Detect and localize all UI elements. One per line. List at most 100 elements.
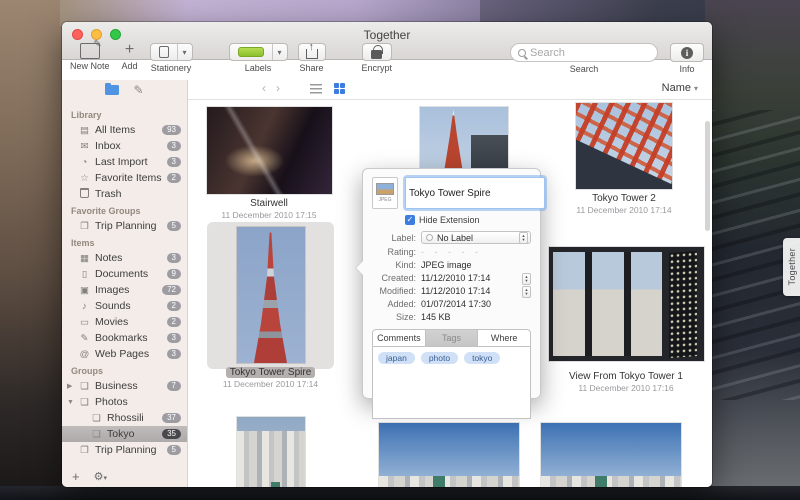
photo-thumbnail[interactable]: [541, 423, 681, 487]
tab-comments[interactable]: Comments: [373, 330, 426, 346]
grid-item-cityscape-2[interactable]: [379, 423, 519, 487]
grid-item-cityscape-1[interactable]: [237, 417, 305, 487]
new-note-icon: [80, 43, 100, 59]
edit-pencil-icon[interactable]: ✎: [133, 83, 143, 97]
back-button[interactable]: ‹: [262, 81, 266, 95]
image-icon: ▣: [78, 285, 91, 296]
count-badge: 3: [167, 349, 181, 359]
sidebar-item-tokyo[interactable]: ❏ Tokyo 35: [62, 426, 187, 442]
encrypt-button[interactable]: Encrypt: [362, 43, 393, 73]
at-sign-icon: @: [78, 349, 91, 360]
sidebar-item-photos[interactable]: ▼ ❏ Photos: [62, 394, 187, 410]
add-group-button[interactable]: +: [72, 469, 80, 484]
photo-thumbnail[interactable]: [237, 227, 305, 363]
grid-item-tokyo-tower-2[interactable]: Tokyo Tower 2 11 December 2010 17:14: [574, 103, 674, 215]
info-icon: i: [681, 47, 693, 59]
label-dropdown[interactable]: No Label ▲▼: [421, 231, 531, 244]
tab-tags[interactable]: Tags: [426, 330, 479, 346]
size-value: 145 KB: [421, 312, 531, 322]
scrollbar-thumb[interactable]: [705, 121, 710, 231]
chevron-down-icon[interactable]: ▾: [272, 44, 287, 60]
count-badge: 3: [167, 253, 181, 263]
photo-thumbnail[interactable]: [207, 107, 332, 194]
search-input[interactable]: [530, 47, 672, 59]
stepper-icon[interactable]: ▲▼: [522, 273, 531, 285]
sort-dropdown[interactable]: Name▾: [662, 82, 698, 94]
jpeg-file-icon: JPEG: [372, 177, 398, 209]
disclosure-collapsed-icon[interactable]: ▶: [67, 382, 72, 390]
search-control: Search: [510, 43, 658, 74]
disclosure-expanded-icon[interactable]: ▼: [67, 399, 74, 406]
add-button[interactable]: + Add: [120, 43, 140, 71]
rating-control[interactable]: ‐ ‐ ‐ ‐ ‐: [421, 247, 482, 257]
sidebar-item-documents[interactable]: ▯ Documents 9: [62, 266, 187, 282]
count-badge: 35: [162, 429, 181, 439]
film-icon: ▭: [78, 317, 91, 328]
photo-thumbnail[interactable]: [549, 247, 704, 361]
count-badge: 3: [167, 333, 181, 343]
popover-tab-bar: Comments Tags Where: [372, 329, 531, 347]
tag-pill[interactable]: photo: [421, 352, 458, 364]
stepper-icon[interactable]: ▲▼: [522, 286, 531, 298]
sidebar-item-last-import[interactable]: ◔ Last Import 3: [62, 154, 187, 170]
share-button[interactable]: Share: [298, 43, 326, 73]
sidebar-item-movies[interactable]: ▭ Movies 2: [62, 314, 187, 330]
photo-thumbnail[interactable]: [237, 417, 305, 487]
sidebar-item-images[interactable]: ▣ Images 72: [62, 282, 187, 298]
wallpaper-cliff-left: [0, 0, 70, 500]
grid-item-tokyo-tower-spire[interactable]: Tokyo Tower Spire 11 December 2010 17:14: [207, 227, 334, 389]
stepper-icon[interactable]: ▲▼: [519, 232, 528, 244]
list-view-icon[interactable]: [310, 84, 322, 94]
stationery-page-icon[interactable]: [151, 44, 177, 60]
folders-view-icon[interactable]: [105, 85, 119, 95]
sidebar-item-business[interactable]: ▶ ❏ Business 7: [62, 378, 187, 394]
sidebar-item-sounds[interactable]: ♪ Sounds 2: [62, 298, 187, 314]
sidebar-item-favorite-items[interactable]: ☆ Favorite Items 2: [62, 170, 187, 186]
photo-thumbnail[interactable]: [379, 423, 519, 487]
grid-view-icon[interactable]: [334, 83, 345, 94]
wallpaper-rocks-bottom: [0, 486, 800, 500]
sidebar-item-trip-planning[interactable]: ❐ Trip Planning 5: [62, 442, 187, 458]
forward-button[interactable]: ›: [276, 81, 280, 95]
count-badge: 2: [167, 301, 181, 311]
star-icon: ☆: [78, 173, 91, 184]
share-icon: [306, 49, 318, 59]
sidebar-item-inbox[interactable]: ✉ Inbox 3: [62, 138, 187, 154]
grid-item-view-from-tokyo-tower-1[interactable]: View From Tokyo Tower 1 11 December 2010…: [547, 247, 705, 393]
sidebar-item-all-items[interactable]: ▤ All Items 93: [62, 122, 187, 138]
sidebar: Library ▤ All Items 93 ✉ Inbox 3 ◔ Last …: [62, 100, 188, 487]
sidebar-item-rhossili[interactable]: ❏ Rhossili 37: [62, 410, 187, 426]
sidebar-item-web-pages[interactable]: @ Web Pages 3: [62, 346, 187, 362]
together-edge-tab[interactable]: Together: [783, 238, 800, 296]
no-label-swatch: [426, 234, 433, 241]
chevron-down-icon[interactable]: ▾: [177, 44, 192, 60]
modified-value: 11/12/2010 17:14 ▲▼: [421, 286, 531, 296]
sidebar-item-notes[interactable]: ▦ Notes 3: [62, 250, 187, 266]
grid-item-cityscape-3[interactable]: [541, 423, 681, 487]
count-badge: 7: [167, 381, 181, 391]
count-badge: 9: [167, 269, 181, 279]
labels-button[interactable]: ▾ Labels: [229, 43, 288, 73]
tab-where[interactable]: Where: [478, 330, 530, 346]
filename-input[interactable]: [405, 177, 545, 209]
notes-icon: ▦: [78, 253, 91, 264]
tag-pill[interactable]: tokyo: [464, 352, 500, 364]
folder-icon: ❏: [90, 413, 103, 424]
photo-thumbnail[interactable]: [576, 103, 672, 189]
hide-extension-checkbox[interactable]: ✓: [405, 215, 415, 225]
new-note-button[interactable]: New Note: [70, 43, 110, 71]
folder-icon: ❏: [78, 397, 91, 408]
info-button[interactable]: i Info: [670, 43, 704, 74]
label-swatch[interactable]: [230, 44, 272, 60]
tags-panel: japan photo tokyo: [372, 347, 531, 419]
stationery-button[interactable]: ▾ Stationery: [150, 43, 193, 73]
grid-item-stairwell[interactable]: Stairwell 11 December 2010 17:15: [204, 107, 334, 220]
sidebar-item-bookmarks[interactable]: ✎ Bookmarks 3: [62, 330, 187, 346]
tag-pill[interactable]: japan: [378, 352, 415, 364]
gear-menu-button[interactable]: ⚙▾: [94, 470, 107, 483]
section-title-library: Library: [62, 106, 187, 122]
sidebar-item-trip-planning-fav[interactable]: ❐ Trip Planning 5: [62, 218, 187, 234]
toolbar: New Note + Add ▾ Stationery ▾ Labels: [62, 40, 712, 80]
sidebar-item-trash[interactable]: Trash: [62, 186, 187, 202]
inbox-icon: ✉: [78, 141, 91, 152]
